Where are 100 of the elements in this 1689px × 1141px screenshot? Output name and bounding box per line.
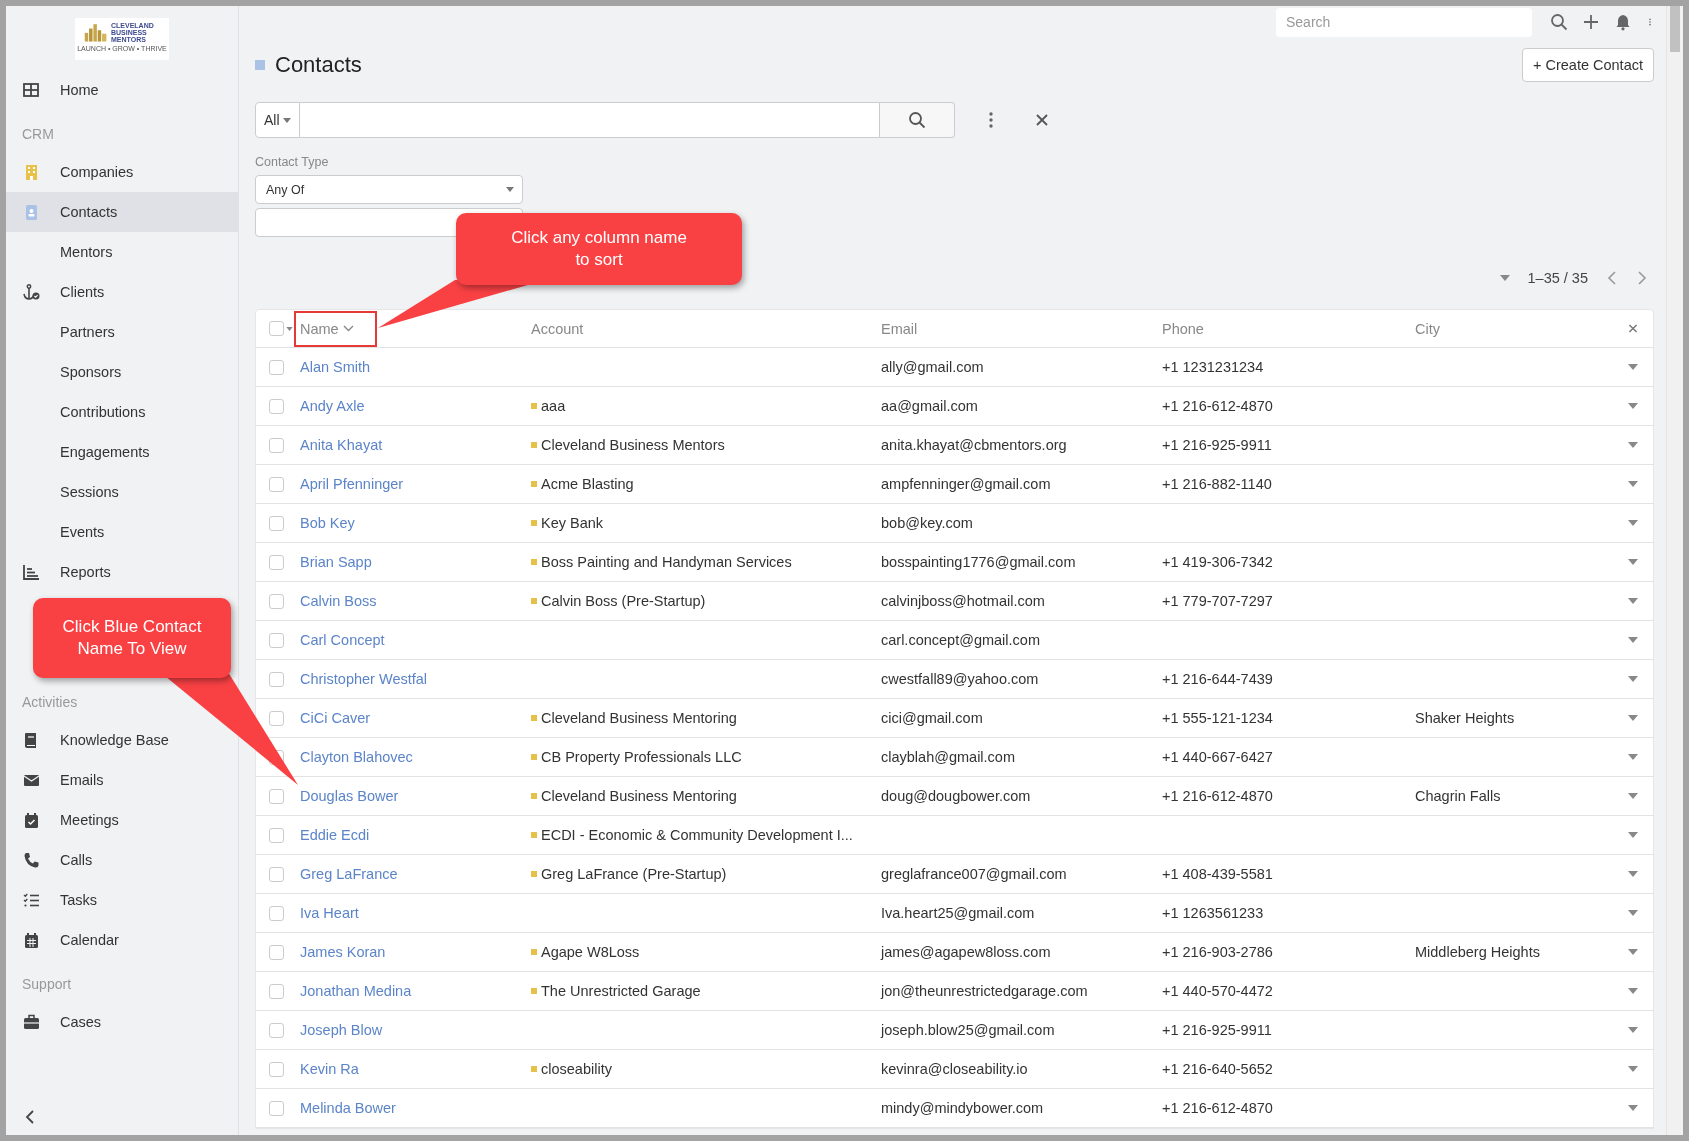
checkbox[interactable] [269, 515, 284, 531]
contact-link[interactable]: Melinda Bower [300, 1100, 396, 1116]
column-header[interactable]: City [1415, 320, 1613, 337]
checkbox[interactable] [269, 788, 284, 804]
sidebar-item[interactable]: Companies [6, 152, 238, 192]
sidebar-item[interactable]: Calls [6, 840, 238, 880]
caret-icon[interactable] [1628, 520, 1638, 526]
checkbox[interactable] [269, 671, 284, 687]
checkbox[interactable] [269, 1022, 284, 1038]
caret-icon[interactable] [1628, 949, 1638, 955]
contact-link[interactable]: Calvin Boss [300, 593, 377, 609]
contact-link[interactable]: Clayton Blahovec [300, 749, 413, 765]
contact-link[interactable]: Alan Smith [300, 359, 371, 375]
caret-icon[interactable] [1628, 910, 1638, 916]
scope-dropdown[interactable]: All [255, 102, 300, 138]
chevron-left-icon[interactable] [24, 1109, 36, 1125]
close-icon[interactable] [1628, 324, 1638, 333]
contact-link[interactable]: Anita Khayat [300, 437, 383, 453]
caret-icon[interactable] [1628, 481, 1638, 487]
checkbox[interactable] [269, 827, 284, 843]
checkbox[interactable] [269, 554, 284, 570]
column-header[interactable]: Account [531, 320, 881, 337]
plus-icon[interactable] [1582, 13, 1600, 31]
column-header[interactable]: Email [881, 320, 1162, 337]
caret-icon[interactable] [1628, 1066, 1638, 1072]
column-header[interactable]: Phone [1162, 320, 1415, 337]
caret-icon[interactable] [1499, 275, 1510, 281]
caret-icon[interactable] [286, 326, 293, 331]
contact-link[interactable]: Iva Heart [300, 905, 359, 921]
caret-icon[interactable] [1628, 559, 1638, 565]
sidebar-item[interactable]: Calendar [6, 920, 238, 960]
column-header[interactable]: Name [300, 320, 531, 337]
checkbox[interactable] [269, 632, 284, 648]
caret-icon[interactable] [1628, 793, 1638, 799]
caret-icon[interactable] [1628, 598, 1638, 604]
checkbox[interactable] [269, 398, 284, 414]
sidebar-item[interactable]: Home [6, 70, 238, 110]
sidebar-item[interactable]: Knowledge Base [6, 720, 238, 760]
scrollbar-thumb[interactable] [1670, 6, 1680, 52]
contact-link[interactable]: CiCi Caver [300, 710, 371, 726]
contact-link[interactable]: Brian Sapp [300, 554, 372, 570]
checkbox[interactable] [269, 359, 284, 375]
sidebar-item[interactable]: Reports [6, 552, 238, 592]
sidebar-item[interactable]: Cases [6, 1002, 238, 1042]
sidebar-item[interactable]: Engagements [6, 432, 238, 472]
caret-icon[interactable] [1628, 403, 1638, 409]
checkbox[interactable] [269, 593, 284, 609]
bell-icon[interactable] [1614, 13, 1632, 31]
checkbox[interactable] [269, 476, 284, 492]
contact-link[interactable]: James Koran [300, 944, 386, 960]
sidebar-item[interactable]: Sessions [6, 472, 238, 512]
caret-icon[interactable] [1628, 364, 1638, 370]
caret-icon[interactable] [1628, 1105, 1638, 1111]
checkbox[interactable] [269, 1061, 284, 1077]
checkbox[interactable] [269, 1100, 284, 1116]
contact-link[interactable]: April Pfenninger [300, 476, 404, 492]
sidebar-item[interactable]: Emails [6, 760, 238, 800]
checkbox[interactable] [269, 710, 284, 726]
contact-link[interactable]: Bob Key [300, 515, 355, 531]
contact-link[interactable]: Christopher Westfal [300, 671, 428, 687]
contact-link[interactable]: Carl Concept [300, 632, 385, 648]
contact-link[interactable]: Eddie Ecdi [300, 827, 370, 843]
contact-link[interactable]: Jonathan Medina [300, 983, 412, 999]
close-icon[interactable] [1034, 113, 1049, 127]
search-button[interactable] [879, 102, 955, 138]
checkbox[interactable] [269, 944, 284, 960]
chevron-right-icon[interactable] [1636, 270, 1648, 286]
caret-icon[interactable] [1628, 832, 1638, 838]
contact-link[interactable]: Joseph Blow [300, 1022, 383, 1038]
sidebar-item[interactable]: Events [6, 512, 238, 552]
contact-link[interactable]: Kevin Ra [300, 1061, 359, 1077]
sidebar-item[interactable]: Clients [6, 272, 238, 312]
contact-link[interactable]: Greg LaFrance [300, 866, 398, 882]
caret-icon[interactable] [1628, 715, 1638, 721]
caret-icon[interactable] [1628, 676, 1638, 682]
caret-icon[interactable] [1628, 754, 1638, 760]
checkbox[interactable] [269, 437, 284, 453]
sidebar-item[interactable]: Contributions [6, 392, 238, 432]
caret-icon[interactable] [1628, 871, 1638, 877]
contact-link[interactable]: Douglas Bower [300, 788, 399, 804]
checkbox[interactable] [269, 866, 284, 882]
caret-icon[interactable] [1628, 1027, 1638, 1033]
sidebar-item[interactable]: Mentors [6, 232, 238, 272]
sidebar-item[interactable]: Sponsors [6, 352, 238, 392]
sidebar-item[interactable]: Tasks [6, 880, 238, 920]
caret-icon[interactable] [1628, 442, 1638, 448]
checkbox[interactable] [269, 905, 284, 921]
sidebar-item[interactable]: Partners [6, 312, 238, 352]
create-contact-button[interactable]: + Create Contact [1521, 48, 1654, 82]
text-filter-field[interactable] [299, 102, 880, 138]
search-field[interactable]: Search [1276, 7, 1532, 37]
search-icon[interactable] [1550, 13, 1568, 31]
caret-icon[interactable] [1628, 637, 1638, 643]
caret-icon[interactable] [1628, 988, 1638, 994]
checkbox[interactable] [269, 983, 284, 999]
sidebar-item[interactable]: Contacts [6, 192, 238, 232]
operator-dropdown[interactable]: Any Of [255, 175, 523, 204]
contact-link[interactable]: Andy Axle [300, 398, 365, 414]
checkbox[interactable] [269, 321, 284, 336]
sidebar-item[interactable]: Meetings [6, 800, 238, 840]
